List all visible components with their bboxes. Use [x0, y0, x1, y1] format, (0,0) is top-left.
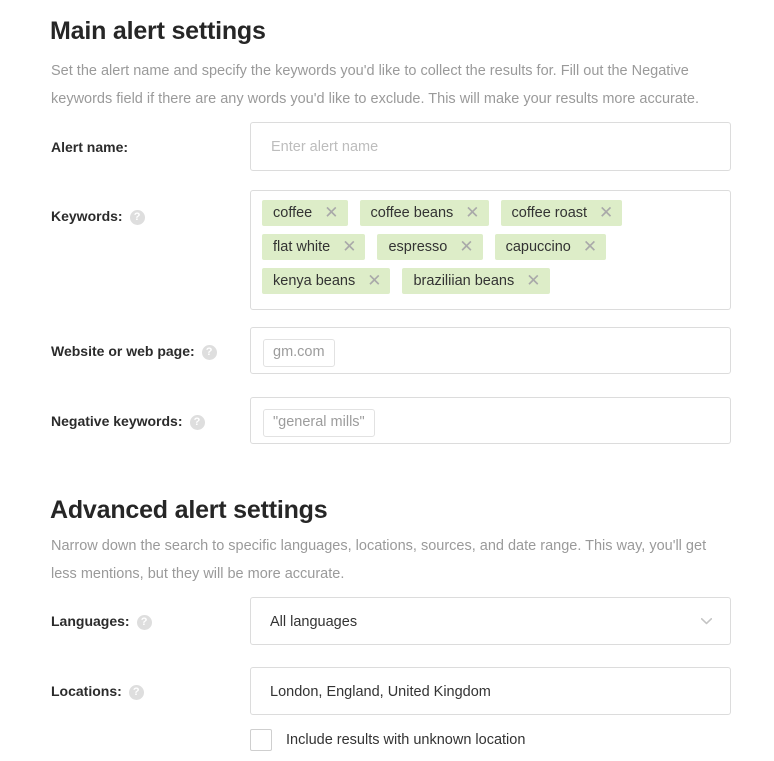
unknown-location-row: Include results with unknown location: [250, 729, 525, 751]
close-icon[interactable]: ✕: [583, 238, 597, 255]
close-icon[interactable]: ✕: [324, 204, 338, 221]
close-icon[interactable]: ✕: [526, 272, 540, 289]
close-icon[interactable]: ✕: [367, 272, 381, 289]
keyword-tag-label: espresso: [388, 239, 448, 255]
keyword-tag[interactable]: coffee beans ✕: [359, 200, 489, 226]
keyword-tag-label: flat white: [273, 239, 331, 255]
website-token[interactable]: gm.com: [263, 339, 335, 367]
question-mark-icon[interactable]: ?: [189, 414, 205, 430]
close-icon[interactable]: ✕: [459, 238, 473, 255]
unknown-location-label: Include results with unknown location: [286, 732, 526, 748]
negative-keywords-input[interactable]: "general mills": [250, 397, 731, 444]
negative-keywords-label: Negative keywords: ?: [51, 413, 205, 430]
locations-label-text: Locations:: [51, 683, 122, 699]
keyword-tag[interactable]: kenya beans ✕: [262, 268, 391, 294]
keyword-tag[interactable]: capuccino ✕: [494, 234, 607, 260]
question-mark-icon[interactable]: ?: [201, 344, 217, 360]
languages-selected-value: All languages: [270, 614, 358, 630]
alert-name-label-text: Alert name:: [51, 139, 129, 155]
keywords-label-text: Keywords:: [51, 208, 123, 224]
locations-input[interactable]: London, England, United Kingdom: [250, 667, 731, 715]
website-input[interactable]: gm.com: [250, 327, 731, 374]
question-mark-icon[interactable]: ?: [128, 684, 144, 700]
keyword-tag-list: coffee ✕ coffee beans ✕ coffee roast ✕ f…: [262, 200, 722, 294]
languages-label-text: Languages:: [51, 613, 130, 629]
keyword-tag-label: capuccino: [505, 239, 571, 255]
question-mark-icon[interactable]: ?: [129, 209, 145, 225]
languages-select[interactable]: All languages: [250, 597, 731, 645]
keyword-tag-label: braziliian beans: [413, 273, 515, 289]
unknown-location-checkbox[interactable]: [250, 729, 272, 751]
close-icon[interactable]: ✕: [599, 204, 613, 221]
alert-name-input[interactable]: Enter alert name: [250, 122, 731, 171]
negative-keywords-label-text: Negative keywords:: [51, 413, 183, 429]
keyword-tag[interactable]: coffee ✕: [262, 200, 348, 226]
website-label: Website or web page: ?: [51, 343, 217, 360]
main-section-title: Main alert settings: [50, 17, 266, 45]
keyword-tag-label: kenya beans: [273, 273, 356, 289]
keyword-tag-label: coffee: [273, 205, 313, 221]
keyword-tag[interactable]: flat white ✕: [262, 234, 366, 260]
languages-label: Languages: ?: [51, 613, 152, 630]
keyword-tag-label: coffee beans: [370, 205, 454, 221]
negative-keywords-token[interactable]: "general mills": [263, 409, 375, 437]
advanced-section-description: Narrow down the search to specific langu…: [51, 538, 707, 582]
close-icon[interactable]: ✕: [465, 204, 479, 221]
close-icon[interactable]: ✕: [342, 238, 356, 255]
keywords-label: Keywords: ?: [51, 208, 145, 225]
advanced-section-title: Advanced alert settings: [50, 496, 328, 524]
chevron-down-icon[interactable]: [701, 618, 712, 625]
keyword-tag-label: coffee roast: [511, 205, 588, 221]
main-section-description: Set the alert name and specify the keywo…: [51, 63, 700, 107]
alert-settings-page: Main alert settings Set the alert name a…: [0, 0, 774, 761]
alert-name-label: Alert name:: [51, 139, 128, 155]
alert-name-placeholder: Enter alert name: [271, 139, 379, 155]
keyword-tag[interactable]: coffee roast ✕: [500, 200, 623, 226]
keyword-tag[interactable]: braziliian beans ✕: [402, 268, 550, 294]
website-label-text: Website or web page:: [51, 343, 195, 359]
locations-value: London, England, United Kingdom: [270, 684, 491, 700]
question-mark-icon[interactable]: ?: [136, 614, 152, 630]
keyword-tag[interactable]: espresso ✕: [377, 234, 483, 260]
locations-label: Locations: ?: [51, 683, 144, 700]
